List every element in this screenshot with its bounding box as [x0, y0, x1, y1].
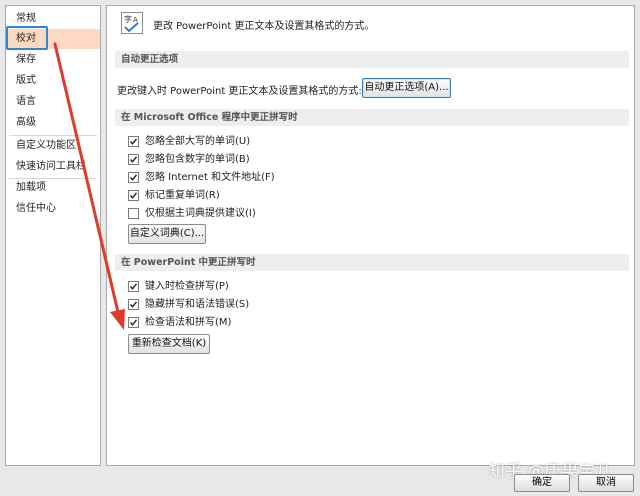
checkbox[interactable]	[128, 190, 139, 201]
options-nav-sidebar: 常规 校对 保存 版式 语言 高级 自定义功能区 快速访问工具栏 加载项 信任中…	[5, 5, 101, 466]
checkbox[interactable]	[128, 299, 139, 310]
nav-item-advanced[interactable]: 高级	[8, 113, 100, 133]
checkbox[interactable]	[128, 317, 139, 328]
proofing-highlight-box	[6, 26, 48, 50]
cancel-button[interactable]: 取消	[578, 474, 634, 492]
option-label: 隐藏拼写和语法错误(S)	[145, 299, 250, 310]
option-label: 标记重复单词(R)	[145, 190, 220, 201]
nav-item-save[interactable]: 保存	[8, 50, 100, 70]
option-label: 仅根据主词典提供建议(I)	[145, 208, 256, 219]
checkbox[interactable]	[128, 208, 139, 219]
autocorrect-description: 更改键入时 PowerPoint 更正文本及设置其格式的方式:	[117, 86, 362, 97]
checkbox[interactable]	[128, 172, 139, 183]
checkbox[interactable]	[128, 154, 139, 165]
autocorrect-options-button[interactable]: 自动更正选项(A)...	[362, 78, 451, 98]
recheck-document-button[interactable]: 重新检查文档(K)	[128, 334, 210, 354]
option-label: 检查语法和拼写(M)	[145, 317, 232, 328]
page-description: 更改 PowerPoint 更正文本及设置其格式的方式。	[153, 21, 375, 32]
ok-button[interactable]: 确定	[514, 474, 570, 492]
checkbox[interactable]	[128, 281, 139, 292]
nav-item-quick-access-toolbar[interactable]: 快速访问工具栏	[8, 157, 100, 177]
checkbox[interactable]	[128, 136, 139, 147]
nav-item-layout[interactable]: 版式	[8, 71, 100, 91]
nav-item-customize-ribbon[interactable]: 自定义功能区	[8, 136, 100, 156]
abc-spelling-icon: 字 A	[121, 12, 143, 34]
option-label: 忽略全部大写的单词(U)	[145, 136, 251, 147]
nav-item-add-ins[interactable]: 加载项	[8, 178, 100, 198]
section-title-autocorrect: 自动更正选项	[115, 51, 629, 68]
svg-text:字: 字	[124, 14, 132, 24]
proofing-options-panel: 字 A 更改 PowerPoint 更正文本及设置其格式的方式。 自动更正选项 …	[106, 5, 635, 466]
option-label: 忽略包含数字的单词(B)	[145, 154, 250, 165]
section-title-office-spelling: 在 Microsoft Office 程序中更正拼写时	[115, 109, 629, 126]
option-label: 键入时检查拼写(P)	[145, 281, 229, 292]
custom-dictionaries-button[interactable]: 自定义词典(C)...	[128, 224, 206, 244]
section-title-ppt-spelling: 在 PowerPoint 中更正拼写时	[115, 254, 629, 271]
nav-item-trust-center[interactable]: 信任中心	[8, 199, 100, 219]
option-label: 忽略 Internet 和文件地址(F)	[145, 172, 275, 183]
nav-item-language[interactable]: 语言	[8, 92, 100, 112]
